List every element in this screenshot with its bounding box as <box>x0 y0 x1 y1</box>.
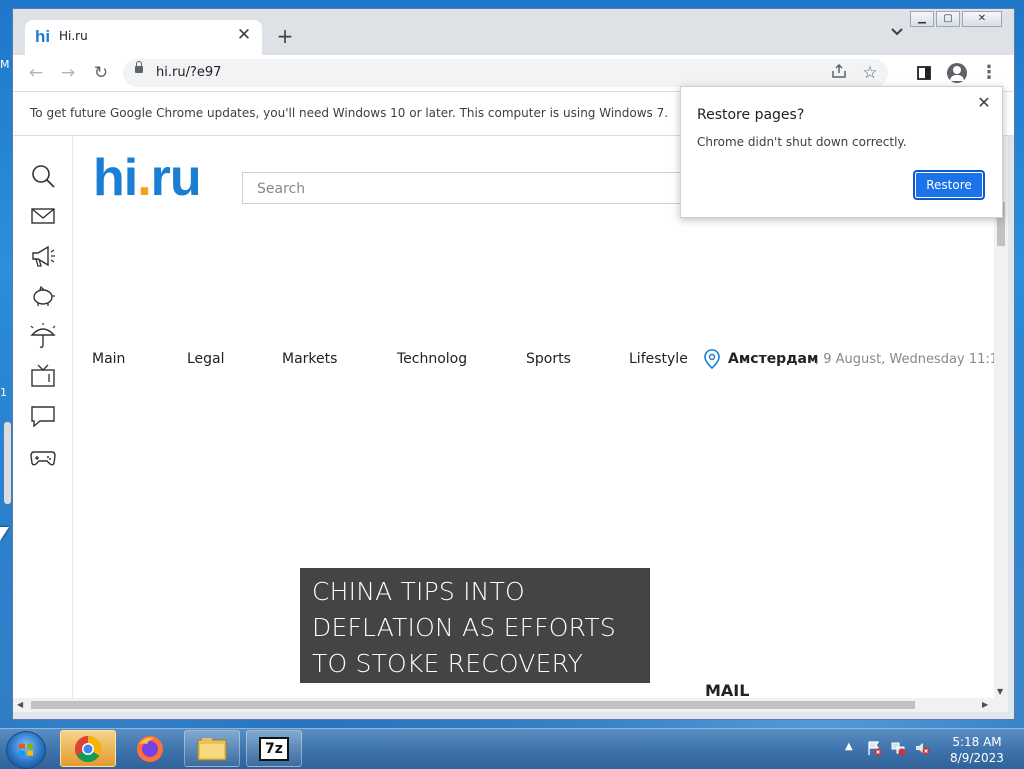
nav-sports[interactable]: Sports <box>526 351 571 367</box>
gamepad-icon[interactable] <box>29 442 57 470</box>
back-button[interactable]: ← <box>24 61 48 85</box>
umbrella-sun-icon[interactable] <box>29 322 57 350</box>
site-logo[interactable]: hi.ru <box>93 148 202 208</box>
headline-card[interactable]: CHINA TIPS INTO DEFLATION AS EFFORTS TO … <box>300 568 650 698</box>
close-window-button[interactable]: ✕ <box>962 11 1002 27</box>
show-hidden-icons-button[interactable]: ▲ <box>845 741 853 752</box>
address-url[interactable]: hi.ru/?e97 <box>156 65 221 80</box>
minimize-button[interactable]: ▁ <box>910 11 934 27</box>
dialog-close-icon[interactable]: ✕ <box>974 93 994 113</box>
tv-icon[interactable] <box>29 362 57 390</box>
horizontal-scrollbar[interactable]: ◀ ▶ <box>13 698 1008 712</box>
start-button[interactable] <box>6 731 46 769</box>
clock-time: 5:18 AM <box>952 735 1002 749</box>
side-panel-icon[interactable] <box>912 61 936 85</box>
folder-icon <box>197 738 227 761</box>
firefox-icon <box>137 736 163 762</box>
forward-button[interactable]: → <box>56 61 80 85</box>
desktop-partial-window-edge <box>4 422 11 504</box>
dialog-title: Restore pages? <box>697 107 805 123</box>
search-icon[interactable] <box>29 162 57 190</box>
hi-ru-favicon-icon: hi <box>35 27 51 46</box>
reload-button[interactable]: ↻ <box>89 61 113 85</box>
location-pin-icon <box>704 349 720 369</box>
taskbar-explorer-button[interactable] <box>184 730 240 767</box>
tab-strip: hi Hi.ru ✕ + ▁ ▢ ✕ <box>13 9 1014 55</box>
maximize-button[interactable]: ▢ <box>936 11 960 27</box>
nav-markets[interactable]: Markets <box>282 351 337 367</box>
lock-icon[interactable] <box>135 61 143 73</box>
nav-technology[interactable]: Technolog <box>397 351 467 367</box>
location-datetime: , 9 August, Wednesday 11:18 <box>815 352 994 367</box>
nav-main[interactable]: Main <box>92 351 125 367</box>
nav-legal[interactable]: Legal <box>187 351 225 367</box>
site-search-input[interactable]: Search <box>242 172 682 204</box>
action-center-flag-icon[interactable] <box>866 740 882 756</box>
volume-muted-icon[interactable] <box>914 740 930 756</box>
desktop-edge-label: M <box>0 58 10 71</box>
tab-close-icon[interactable]: ✕ <box>234 25 254 45</box>
scroll-down-arrow-icon[interactable]: ▼ <box>997 687 1003 696</box>
taskbar-firefox-button[interactable] <box>122 730 178 767</box>
search-placeholder: Search <box>257 181 306 197</box>
horizontal-scroll-thumb[interactable] <box>31 701 915 709</box>
address-bar[interactable]: hi.ru/?e97 ☆ <box>123 59 888 87</box>
chrome-icon <box>74 735 102 763</box>
mouse-cursor-icon <box>0 527 9 541</box>
windows-logo-icon <box>19 743 33 756</box>
web-page: hi.ru Search Main Legal Markets Technolo… <box>13 136 994 698</box>
tab-search-chevron-down-icon[interactable] <box>890 26 904 40</box>
profile-avatar-icon[interactable] <box>947 63 967 83</box>
vertical-scrollbar[interactable]: ▼ <box>994 136 1008 698</box>
taskbar-chrome-button[interactable] <box>60 730 116 767</box>
share-icon[interactable] <box>829 63 849 83</box>
network-icon[interactable] <box>890 740 906 756</box>
menu-kebab-icon[interactable]: ⋮ <box>977 61 1001 85</box>
section-label-mail: MAIL <box>705 681 750 698</box>
tab-title: Hi.ru <box>59 29 88 43</box>
nav-lifestyle[interactable]: Lifestyle <box>629 351 688 367</box>
megaphone-icon[interactable] <box>29 242 57 270</box>
scroll-left-arrow-icon[interactable]: ◀ <box>17 700 23 709</box>
windows-taskbar: 7z ▲ 5:18 AM 8/9/2023 <box>0 728 1024 769</box>
desktop-edge-label-2: 1 <box>0 386 7 399</box>
bookmark-star-icon[interactable]: ☆ <box>860 63 880 83</box>
logo-part-ru: ru <box>150 149 202 207</box>
tab-hi-ru[interactable]: hi Hi.ru ✕ <box>25 20 262 55</box>
location-city[interactable]: Амстердам <box>728 351 818 367</box>
logo-dot: . <box>137 149 151 207</box>
new-tab-button[interactable]: + <box>273 24 297 48</box>
scroll-right-arrow-icon[interactable]: ▶ <box>982 700 988 709</box>
infobar-message: To get future Google Chrome updates, you… <box>30 106 669 120</box>
clock-date: 8/9/2023 <box>950 751 1004 765</box>
mail-icon[interactable] <box>29 202 57 230</box>
dialog-message: Chrome didn't shut down correctly. <box>697 135 907 149</box>
piggy-bank-icon[interactable] <box>29 282 57 310</box>
taskbar-clock[interactable]: 5:18 AM 8/9/2023 <box>940 734 1014 766</box>
restore-button[interactable]: Restore <box>913 170 985 200</box>
7zip-icon: 7z <box>259 737 289 761</box>
window-controls: ▁ ▢ ✕ <box>910 11 1002 27</box>
logo-part-hi: hi <box>93 149 138 207</box>
site-sidebar <box>13 136 73 698</box>
chat-icon[interactable] <box>29 402 57 430</box>
restore-pages-dialog: Restore pages? Chrome didn't shut down c… <box>680 86 1003 218</box>
taskbar-7zip-button[interactable]: 7z <box>246 730 302 767</box>
